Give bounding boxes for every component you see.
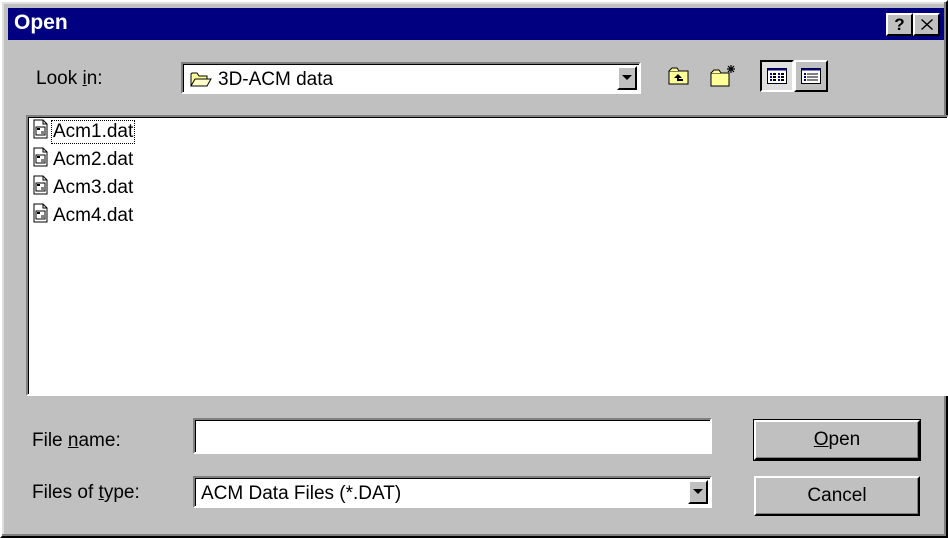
- file-list-item[interactable]: Acm2.dat: [32, 147, 134, 173]
- new-folder-icon: [710, 65, 735, 87]
- chevron-down-icon: [693, 489, 703, 494]
- file-name-text: Acm1.dat: [50, 120, 136, 144]
- list-view-icon: [767, 68, 787, 84]
- list-view-button[interactable]: [760, 60, 794, 92]
- create-new-folder-button[interactable]: [706, 60, 740, 92]
- cancel-button[interactable]: Cancel: [754, 476, 920, 516]
- file-name-text: Acm4.dat: [53, 205, 134, 226]
- file-name-text: Acm2.dat: [53, 149, 134, 170]
- open-button-label: Open: [813, 429, 861, 450]
- files-of-type-dropdown-button[interactable]: [688, 480, 708, 504]
- up-one-level-button[interactable]: [662, 60, 696, 92]
- files-of-type-value: ACM Data Files (*.DAT): [201, 483, 402, 504]
- data-file-icon: [32, 147, 50, 173]
- file-list-item[interactable]: Acm1.dat: [32, 119, 136, 145]
- up-folder-icon: [668, 67, 689, 85]
- data-file-icon: [32, 175, 50, 201]
- file-name-label: File name:: [32, 430, 121, 451]
- files-of-type-label: Files of type:: [32, 482, 140, 503]
- file-name-text: Acm3.dat: [53, 177, 134, 198]
- files-of-type-combo[interactable]: ACM Data Files (*.DAT): [193, 476, 712, 508]
- look-in-value: 3D-ACM data: [218, 69, 334, 90]
- data-file-icon: [32, 119, 50, 145]
- title-bar[interactable]: Open ?: [8, 8, 944, 40]
- look-in-label: Look in:: [36, 68, 103, 89]
- close-button[interactable]: [913, 13, 940, 36]
- file-list[interactable]: Acm1.dat Acm2.dat Acm3.dat Acm4.dat: [26, 115, 948, 396]
- look-in-dropdown-button[interactable]: [617, 66, 637, 90]
- help-button[interactable]: ?: [886, 13, 913, 36]
- look-in-combo[interactable]: 3D-ACM data: [181, 62, 641, 94]
- chevron-down-icon: [622, 75, 632, 80]
- details-view-icon: [801, 68, 821, 84]
- file-name-input[interactable]: [193, 418, 712, 454]
- file-list-item[interactable]: Acm4.dat: [32, 203, 134, 229]
- open-button[interactable]: Open: [753, 419, 921, 461]
- data-file-icon: [32, 203, 50, 229]
- open-folder-icon: [190, 70, 212, 94]
- open-dialog: Open ? Look in: 3D-ACM data Acm1.dat Acm…: [0, 0, 948, 538]
- file-list-item[interactable]: Acm3.dat: [32, 175, 134, 201]
- close-icon: [920, 19, 933, 30]
- details-view-button[interactable]: [794, 60, 828, 92]
- dialog-title: Open: [14, 11, 68, 34]
